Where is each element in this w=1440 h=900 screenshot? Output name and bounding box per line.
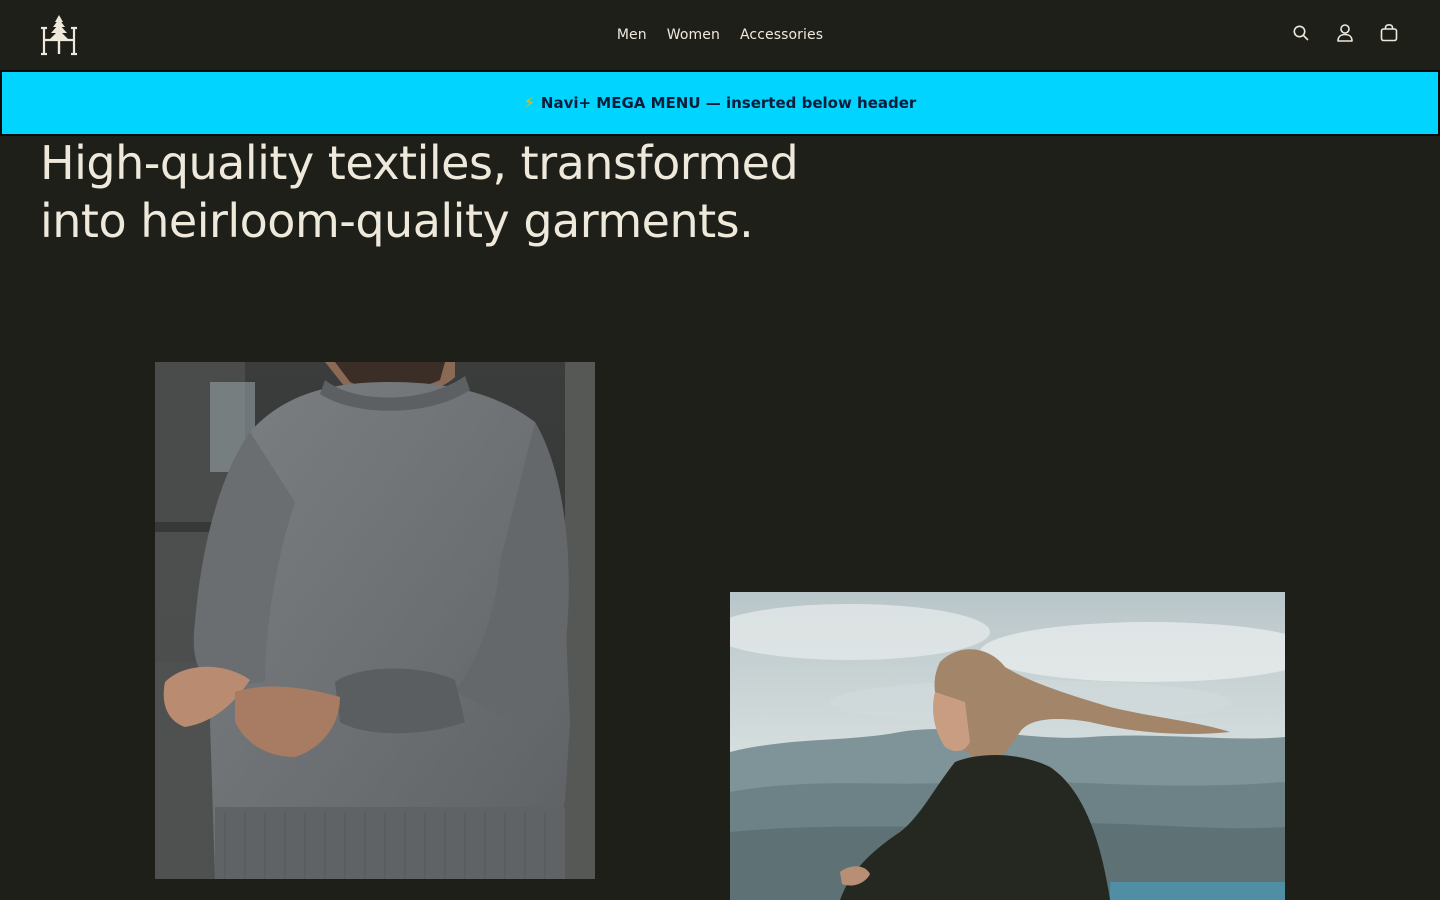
tree-monogram-icon	[41, 15, 77, 56]
woman-landscape-image	[730, 592, 1285, 900]
mega-menu-banner[interactable]: ⚡ Navi+ MEGA MENU — inserted below heade…	[0, 70, 1440, 136]
cart-button[interactable]	[1378, 22, 1400, 44]
nav-link-accessories[interactable]: Accessories	[740, 27, 823, 43]
search-button[interactable]	[1290, 22, 1312, 44]
search-icon	[1293, 25, 1309, 41]
nav-link-men[interactable]: Men	[617, 27, 647, 43]
hero-title-line-1: High-quality textiles, transformed	[40, 136, 799, 190]
man-sweater-image	[155, 362, 595, 879]
woman-windswept-hair-photo	[730, 592, 1285, 900]
header-actions	[1290, 22, 1400, 44]
tree-monogram-logo[interactable]	[38, 14, 80, 56]
hero-title-line-2: into heirloom-quality garments.	[40, 194, 754, 248]
man-in-gray-sweater-photo	[155, 362, 595, 879]
hero-title: High-quality textiles, transformed into …	[40, 134, 860, 250]
main-nav: Men Women Accessories	[0, 0, 1440, 70]
account-button[interactable]	[1334, 22, 1356, 44]
mega-menu-text: Navi+ MEGA MENU — inserted below header	[540, 94, 917, 112]
nav-link-women[interactable]: Women	[667, 27, 720, 43]
cart-icon	[1380, 23, 1398, 42]
site-header: Men Women Accessories	[0, 0, 1440, 70]
account-icon	[1337, 24, 1353, 42]
lightning-icon: ⚡	[523, 93, 535, 112]
